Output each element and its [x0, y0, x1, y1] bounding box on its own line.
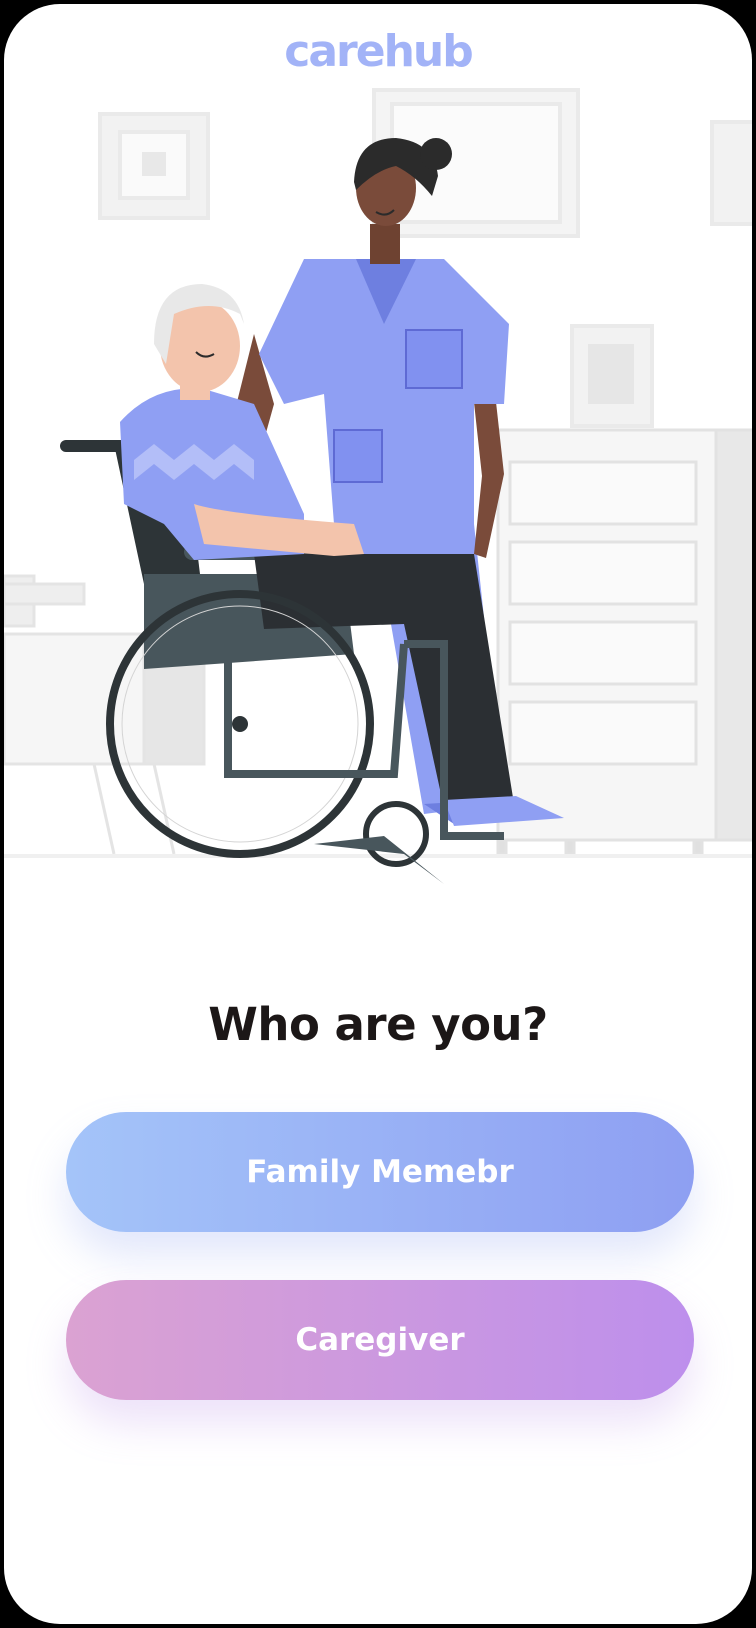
family-member-button[interactable]: Family Memebr: [66, 1112, 694, 1232]
caregiver-illustration: [4, 88, 752, 884]
phone-screen: carehub Who are you? Family Memebr Careg…: [4, 4, 752, 1624]
caregiver-button[interactable]: Caregiver: [66, 1280, 694, 1400]
app-logo: carehub: [284, 26, 473, 77]
dresser: [496, 428, 752, 856]
page-title: Who are you?: [208, 998, 548, 1051]
